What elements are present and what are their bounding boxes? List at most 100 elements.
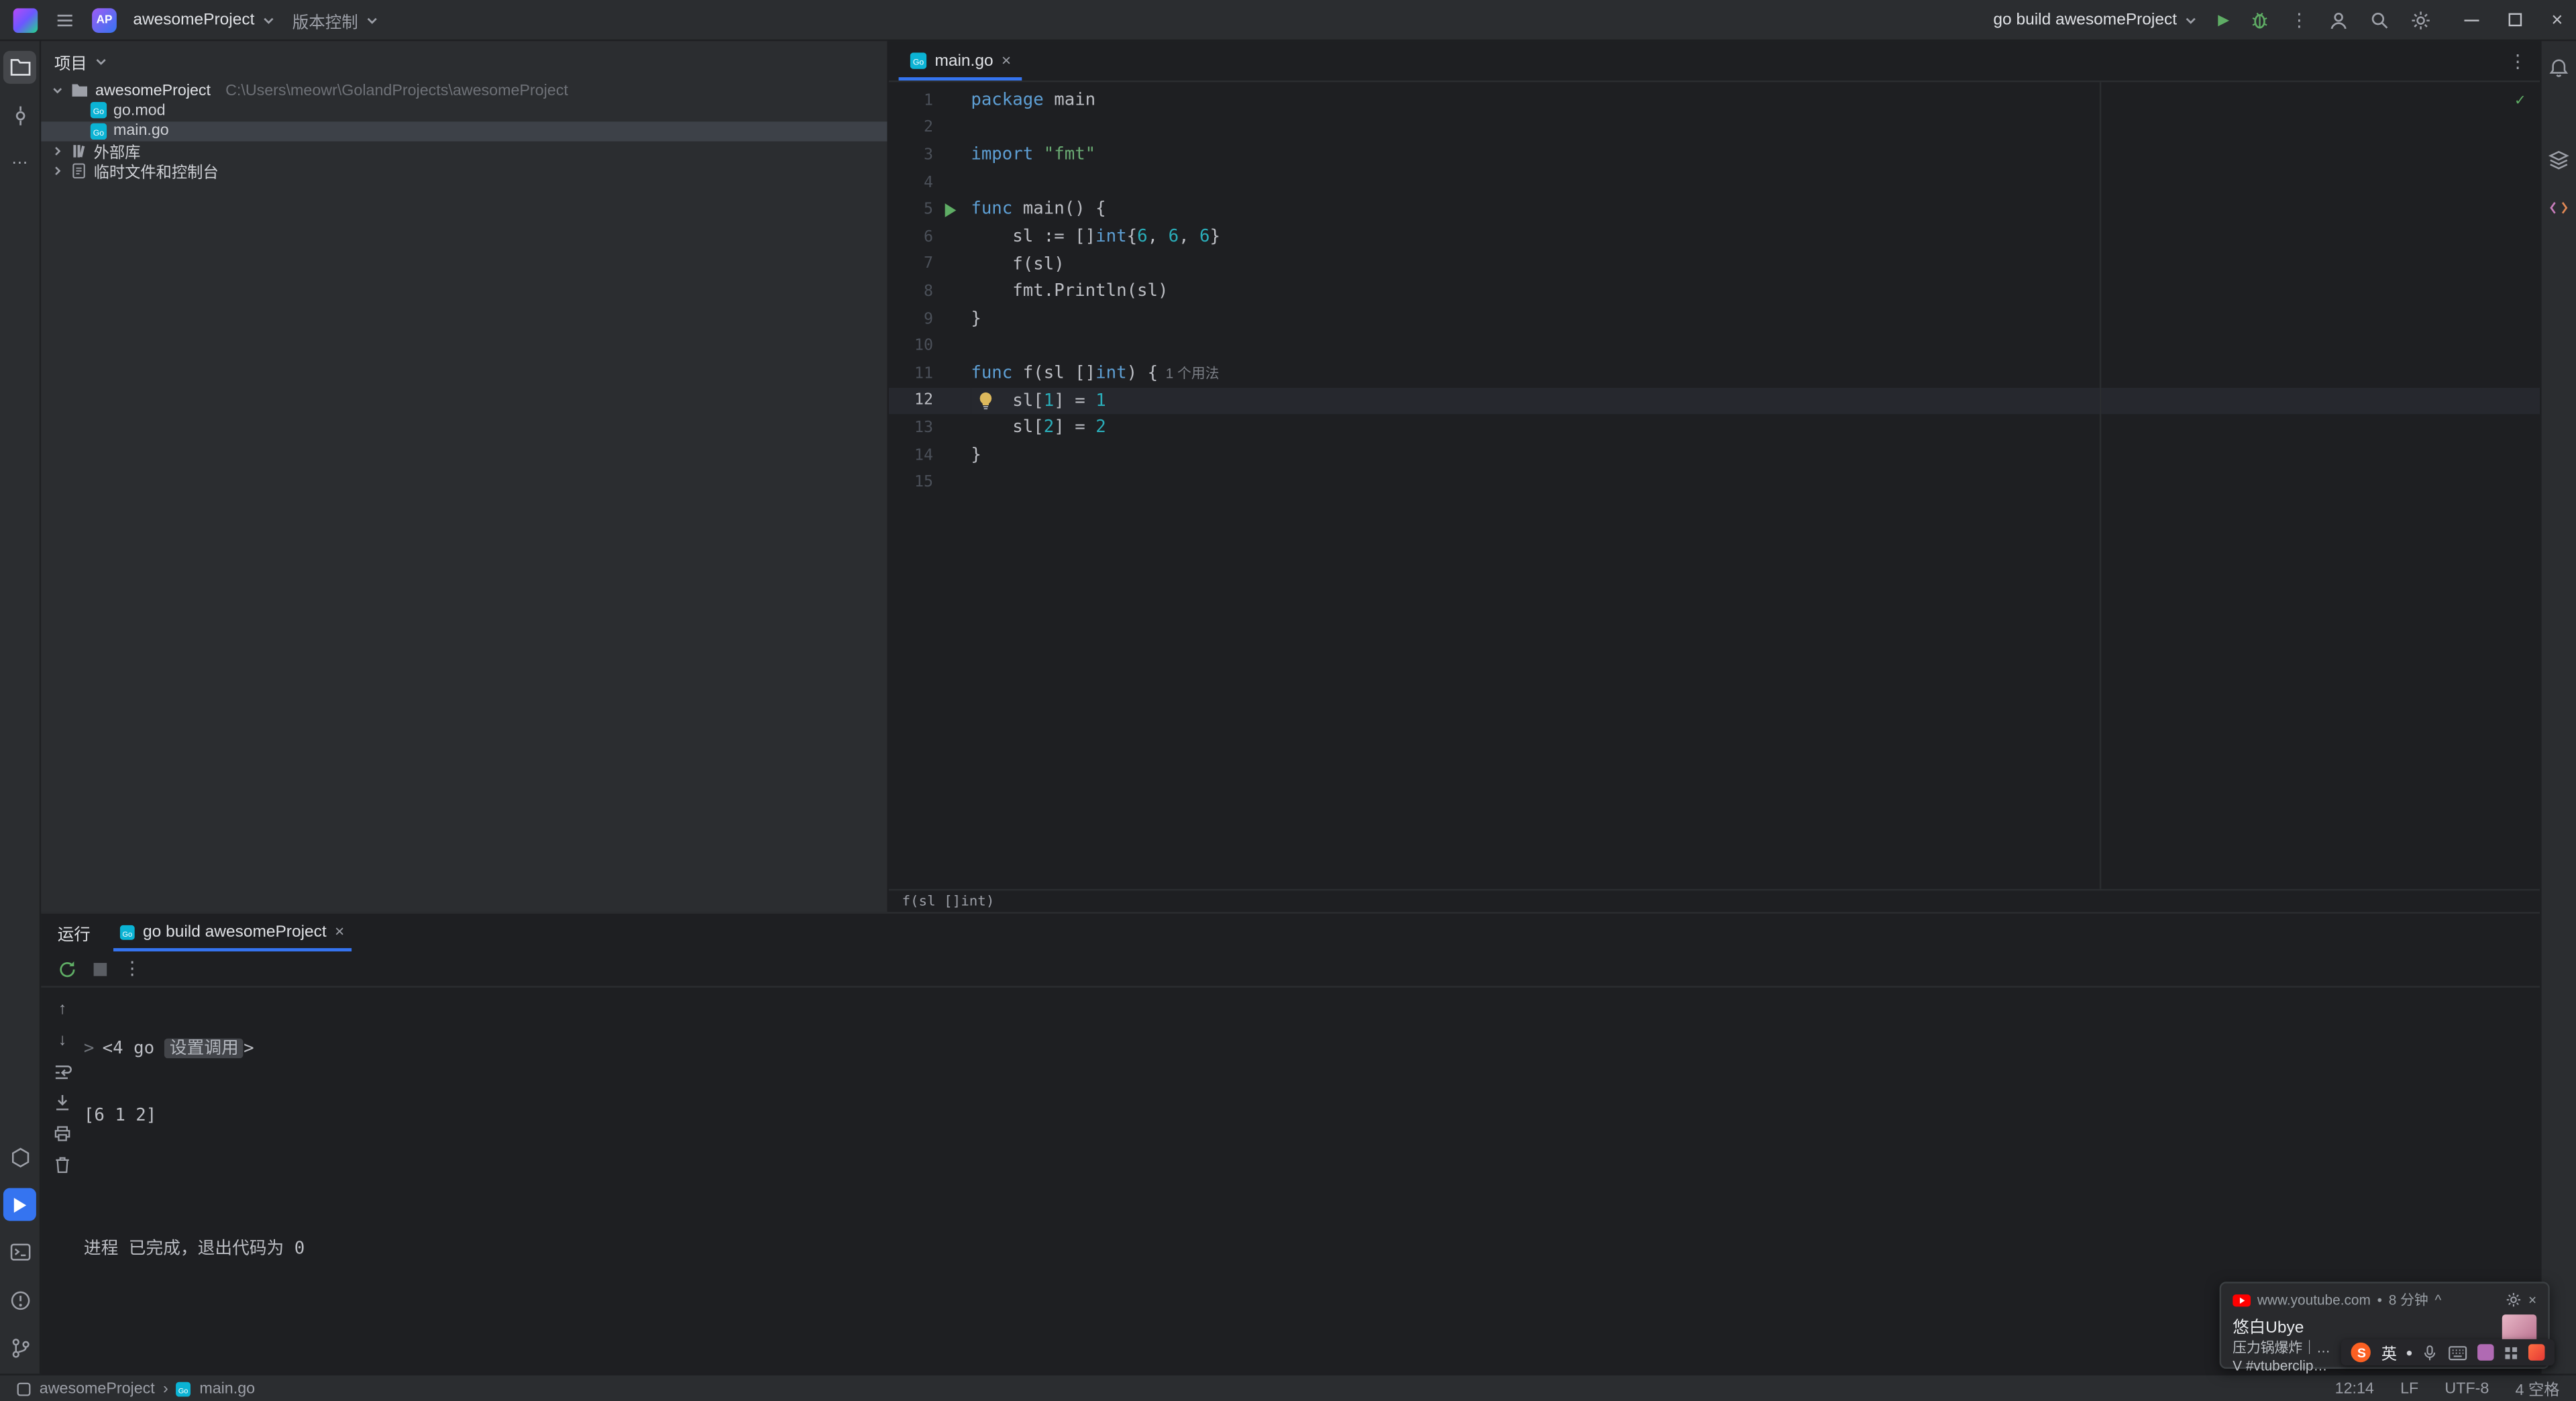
debug-bug-icon[interactable] <box>2249 9 2271 30</box>
main-menu-icon[interactable] <box>54 9 76 30</box>
code-line-13[interactable]: sl[2] = 2 <box>971 414 2540 442</box>
project-switcher[interactable]: awesomeProject <box>133 11 276 29</box>
window-minimize-button[interactable] <box>2464 19 2479 21</box>
gutter-line-13[interactable]: 13 <box>889 414 971 442</box>
editor[interactable]: 1 2 3 4 5 6 7 8 9 10 11 12 13 14 15 package main import… <box>888 82 2540 889</box>
run-main-gutter-icon[interactable] <box>933 201 966 217</box>
notifications-bell-icon[interactable] <box>2542 51 2575 84</box>
editor-options-kebab-icon[interactable]: ⋮ <box>2509 50 2540 71</box>
collapse-chevron-icon[interactable]: ^ <box>2435 1292 2442 1308</box>
settings-call-chip[interactable]: 设置调用 <box>164 1038 244 1059</box>
indent-widget[interactable]: 4 空格 <box>2516 1377 2560 1400</box>
code-line-3[interactable]: import "fmt" <box>971 142 2540 169</box>
line-separator-widget[interactable]: LF <box>2400 1380 2418 1398</box>
microphone-icon[interactable] <box>2422 1343 2438 1361</box>
commit-tool-icon[interactable] <box>3 99 36 132</box>
run-more-kebab-icon[interactable]: ⋮ <box>123 958 142 979</box>
chevron-right-icon[interactable] <box>51 165 64 178</box>
soft-wrap-icon[interactable] <box>52 1061 72 1081</box>
services-tool-icon[interactable] <box>3 1141 36 1174</box>
vcs-widget[interactable]: 版本控制 <box>292 7 380 32</box>
git-branch-tool-icon[interactable] <box>3 1331 36 1364</box>
tree-item-main-go[interactable]: Go main.go <box>41 121 888 142</box>
gutter-line-15[interactable]: 15 <box>889 469 971 497</box>
gutter-line-12[interactable]: 12 <box>888 386 971 415</box>
code-line-14[interactable]: } <box>971 442 2540 469</box>
code-line-9[interactable]: } <box>971 305 2540 333</box>
code-line-6[interactable]: sl := []int{6, 6, 6} <box>971 223 2540 251</box>
window-close-button[interactable]: × <box>2551 10 2563 30</box>
code-line-2[interactable] <box>971 114 2540 142</box>
tab-main-go[interactable]: Go main.go × <box>896 41 1026 81</box>
project-panel-title[interactable]: 项目 <box>54 48 87 73</box>
down-arrow-icon[interactable]: ↓ <box>58 1031 66 1050</box>
project-tool-icon[interactable] <box>3 50 36 84</box>
chevron-down-icon[interactable] <box>51 84 64 97</box>
gutter-line-2[interactable]: 2 <box>889 114 971 142</box>
gutter-line-8[interactable]: 8 <box>889 278 971 305</box>
settings-gear-icon[interactable] <box>2410 9 2432 30</box>
code-line-11[interactable]: func f(sl []int) { 1 个用法 <box>971 360 2540 387</box>
scroll-to-end-icon[interactable] <box>52 1093 72 1112</box>
search-icon[interactable] <box>2369 9 2390 30</box>
code-line-4[interactable] <box>971 169 2540 197</box>
inspections-ok-icon[interactable]: ✓ <box>2515 92 2525 110</box>
tree-item-scratches[interactable]: 临时文件和控制台 <box>41 161 887 183</box>
breadcrumb-project[interactable]: awesomeProject <box>40 1380 155 1398</box>
ime-language-indicator[interactable]: 英 <box>2381 1341 2397 1364</box>
chevron-right-icon[interactable] <box>51 145 64 158</box>
caret-position-widget[interactable]: 12:14 <box>2335 1380 2374 1398</box>
gutter-line-9[interactable]: 9 <box>889 305 971 333</box>
terminal-tool-icon[interactable] <box>3 1236 36 1269</box>
usages-inlay-hint[interactable]: 1 个用法 <box>1158 365 1220 381</box>
notification-settings-gear-icon[interactable] <box>2506 1292 2522 1308</box>
more-tool-windows-icon[interactable]: ⋯ <box>3 146 36 179</box>
sogou-input-icon[interactable]: S <box>2351 1342 2372 1363</box>
code-tags-icon[interactable] <box>2542 191 2575 223</box>
tree-root-awesomeproject[interactable]: awesomeProject C:\Users\meowr\GolandProj… <box>41 81 887 101</box>
gutter-line-11[interactable]: 11 <box>889 360 971 387</box>
code-line-15[interactable] <box>971 469 2540 497</box>
ime-logo-icon[interactable] <box>2528 1344 2545 1361</box>
code-line-7[interactable]: f(sl) <box>971 251 2540 278</box>
run-button[interactable]: ▶ <box>2218 11 2229 29</box>
gutter-line-6[interactable]: 6 <box>889 223 971 251</box>
run-config-selector[interactable]: go build awesomeProject <box>1993 11 2198 29</box>
gutter-line-5[interactable]: 5 <box>889 196 971 223</box>
gutter-line-10[interactable]: 10 <box>889 333 971 360</box>
gutter-line-7[interactable]: 7 <box>889 251 971 278</box>
tree-item-go-mod[interactable]: Go go.mod <box>41 101 887 121</box>
code-line-8[interactable]: fmt.Println(sl) <box>971 278 2540 305</box>
expand-command-icon[interactable]: > <box>84 1039 94 1058</box>
run-tab-go-build[interactable]: Go go build awesomeProject × <box>110 914 354 951</box>
window-maximize-button[interactable] <box>2508 13 2522 27</box>
code-line-10[interactable] <box>971 333 2540 360</box>
intention-bulb-icon[interactable] <box>977 391 994 410</box>
stop-icon[interactable] <box>93 962 107 976</box>
up-arrow-icon[interactable]: ↑ <box>58 999 66 1019</box>
tab-close-icon[interactable]: × <box>1002 52 1011 70</box>
print-icon[interactable] <box>52 1124 72 1143</box>
notification-close-icon[interactable]: × <box>2528 1292 2536 1308</box>
problems-tool-icon[interactable] <box>3 1284 36 1316</box>
tree-item-external-libraries[interactable]: 外部库 <box>41 141 887 163</box>
rerun-icon[interactable] <box>58 959 77 978</box>
gutter-line-3[interactable]: 3 <box>889 142 971 169</box>
gutter-line-4[interactable]: 4 <box>889 169 971 197</box>
run-tab-close-icon[interactable]: × <box>335 923 344 941</box>
code-line-5[interactable]: func main() { <box>971 196 2540 223</box>
ime-toolbox-grid-icon[interactable] <box>2504 1345 2518 1359</box>
more-actions-icon[interactable]: ⋮ <box>2290 9 2308 30</box>
code-line-12[interactable]: sl[1] = 1 <box>971 386 2540 415</box>
chevron-down-icon[interactable] <box>94 54 109 68</box>
encoding-widget[interactable]: UTF-8 <box>2445 1380 2489 1398</box>
keyboard-icon[interactable] <box>2448 1345 2467 1360</box>
database-layers-icon[interactable] <box>2542 143 2575 176</box>
gutter-line-1[interactable]: 1 <box>889 87 971 115</box>
gutter-line-14[interactable]: 14 <box>889 442 971 469</box>
code-line-1[interactable]: package main <box>971 87 2540 115</box>
run-tool-icon[interactable] <box>3 1188 36 1221</box>
user-account-icon[interactable] <box>2328 9 2349 30</box>
breadcrumb-file[interactable]: main.go <box>199 1380 255 1398</box>
ime-skin-icon[interactable] <box>2477 1344 2494 1361</box>
